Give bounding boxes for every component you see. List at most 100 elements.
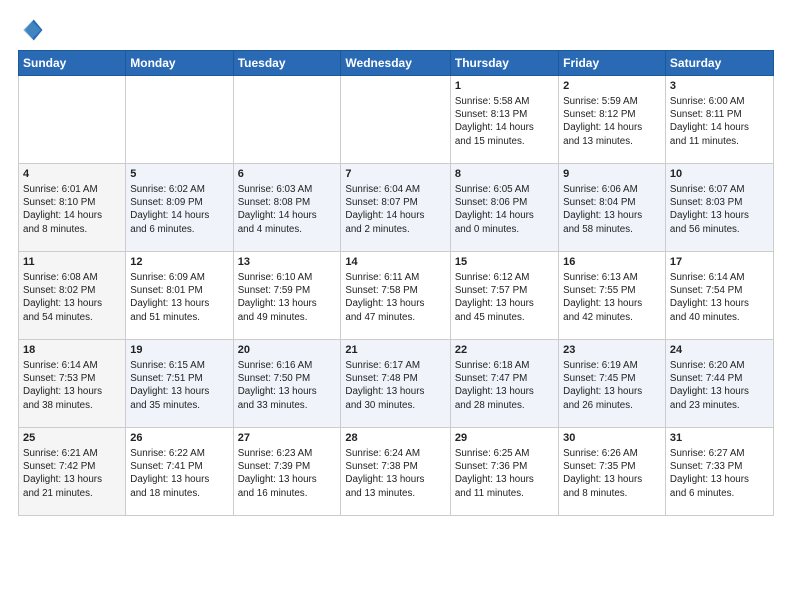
logo (18, 16, 50, 44)
calendar-cell: 3Sunrise: 6:00 AM Sunset: 8:11 PM Daylig… (665, 76, 773, 164)
day-info: Sunrise: 6:22 AM Sunset: 7:41 PM Dayligh… (130, 447, 228, 500)
day-info: Sunrise: 6:18 AM Sunset: 7:47 PM Dayligh… (455, 359, 554, 412)
weekday-header-row: SundayMondayTuesdayWednesdayThursdayFrid… (19, 51, 774, 76)
calendar-week-row: 25Sunrise: 6:21 AM Sunset: 7:42 PM Dayli… (19, 428, 774, 516)
day-number: 22 (455, 343, 554, 358)
header (18, 16, 774, 44)
calendar-cell: 4Sunrise: 6:01 AM Sunset: 8:10 PM Daylig… (19, 164, 126, 252)
day-number: 29 (455, 431, 554, 446)
calendar-cell: 25Sunrise: 6:21 AM Sunset: 7:42 PM Dayli… (19, 428, 126, 516)
weekday-header-sunday: Sunday (19, 51, 126, 76)
calendar-cell (126, 76, 233, 164)
day-number: 18 (23, 343, 121, 358)
calendar-cell: 28Sunrise: 6:24 AM Sunset: 7:38 PM Dayli… (341, 428, 450, 516)
day-info: Sunrise: 6:11 AM Sunset: 7:58 PM Dayligh… (345, 271, 445, 324)
calendar-cell: 2Sunrise: 5:59 AM Sunset: 8:12 PM Daylig… (559, 76, 666, 164)
calendar-cell: 12Sunrise: 6:09 AM Sunset: 8:01 PM Dayli… (126, 252, 233, 340)
day-number: 27 (238, 431, 337, 446)
day-info: Sunrise: 6:14 AM Sunset: 7:53 PM Dayligh… (23, 359, 121, 412)
day-info: Sunrise: 6:25 AM Sunset: 7:36 PM Dayligh… (455, 447, 554, 500)
calendar-cell: 16Sunrise: 6:13 AM Sunset: 7:55 PM Dayli… (559, 252, 666, 340)
calendar-cell: 6Sunrise: 6:03 AM Sunset: 8:08 PM Daylig… (233, 164, 341, 252)
day-info: Sunrise: 6:26 AM Sunset: 7:35 PM Dayligh… (563, 447, 661, 500)
calendar-cell: 15Sunrise: 6:12 AM Sunset: 7:57 PM Dayli… (450, 252, 558, 340)
calendar-cell: 18Sunrise: 6:14 AM Sunset: 7:53 PM Dayli… (19, 340, 126, 428)
calendar-cell: 11Sunrise: 6:08 AM Sunset: 8:02 PM Dayli… (19, 252, 126, 340)
day-number: 10 (670, 167, 769, 182)
logo-icon (18, 16, 46, 44)
day-number: 16 (563, 255, 661, 270)
day-number: 14 (345, 255, 445, 270)
weekday-header-wednesday: Wednesday (341, 51, 450, 76)
day-info: Sunrise: 6:05 AM Sunset: 8:06 PM Dayligh… (455, 183, 554, 236)
day-info: Sunrise: 6:10 AM Sunset: 7:59 PM Dayligh… (238, 271, 337, 324)
calendar-table: SundayMondayTuesdayWednesdayThursdayFrid… (18, 50, 774, 516)
day-number: 15 (455, 255, 554, 270)
calendar-cell: 21Sunrise: 6:17 AM Sunset: 7:48 PM Dayli… (341, 340, 450, 428)
day-number: 3 (670, 79, 769, 94)
weekday-header-tuesday: Tuesday (233, 51, 341, 76)
calendar-week-row: 11Sunrise: 6:08 AM Sunset: 8:02 PM Dayli… (19, 252, 774, 340)
day-number: 17 (670, 255, 769, 270)
calendar-cell: 14Sunrise: 6:11 AM Sunset: 7:58 PM Dayli… (341, 252, 450, 340)
day-number: 31 (670, 431, 769, 446)
calendar-cell (233, 76, 341, 164)
calendar-cell: 23Sunrise: 6:19 AM Sunset: 7:45 PM Dayli… (559, 340, 666, 428)
day-number: 6 (238, 167, 337, 182)
calendar-cell: 26Sunrise: 6:22 AM Sunset: 7:41 PM Dayli… (126, 428, 233, 516)
day-number: 25 (23, 431, 121, 446)
calendar-header: SundayMondayTuesdayWednesdayThursdayFrid… (19, 51, 774, 76)
day-info: Sunrise: 6:13 AM Sunset: 7:55 PM Dayligh… (563, 271, 661, 324)
day-info: Sunrise: 6:14 AM Sunset: 7:54 PM Dayligh… (670, 271, 769, 324)
day-info: Sunrise: 6:17 AM Sunset: 7:48 PM Dayligh… (345, 359, 445, 412)
day-info: Sunrise: 6:23 AM Sunset: 7:39 PM Dayligh… (238, 447, 337, 500)
calendar-cell: 31Sunrise: 6:27 AM Sunset: 7:33 PM Dayli… (665, 428, 773, 516)
day-number: 20 (238, 343, 337, 358)
calendar-week-row: 18Sunrise: 6:14 AM Sunset: 7:53 PM Dayli… (19, 340, 774, 428)
day-number: 19 (130, 343, 228, 358)
day-number: 26 (130, 431, 228, 446)
calendar-cell (19, 76, 126, 164)
day-info: Sunrise: 6:06 AM Sunset: 8:04 PM Dayligh… (563, 183, 661, 236)
day-info: Sunrise: 6:00 AM Sunset: 8:11 PM Dayligh… (670, 95, 769, 148)
day-number: 4 (23, 167, 121, 182)
day-info: Sunrise: 6:08 AM Sunset: 8:02 PM Dayligh… (23, 271, 121, 324)
calendar-cell: 30Sunrise: 6:26 AM Sunset: 7:35 PM Dayli… (559, 428, 666, 516)
day-info: Sunrise: 6:15 AM Sunset: 7:51 PM Dayligh… (130, 359, 228, 412)
day-info: Sunrise: 6:07 AM Sunset: 8:03 PM Dayligh… (670, 183, 769, 236)
day-info: Sunrise: 6:19 AM Sunset: 7:45 PM Dayligh… (563, 359, 661, 412)
day-info: Sunrise: 6:01 AM Sunset: 8:10 PM Dayligh… (23, 183, 121, 236)
calendar-cell: 27Sunrise: 6:23 AM Sunset: 7:39 PM Dayli… (233, 428, 341, 516)
day-number: 30 (563, 431, 661, 446)
day-number: 12 (130, 255, 228, 270)
day-info: Sunrise: 6:20 AM Sunset: 7:44 PM Dayligh… (670, 359, 769, 412)
day-number: 23 (563, 343, 661, 358)
day-number: 8 (455, 167, 554, 182)
calendar-cell: 19Sunrise: 6:15 AM Sunset: 7:51 PM Dayli… (126, 340, 233, 428)
calendar-body: 1Sunrise: 5:58 AM Sunset: 8:13 PM Daylig… (19, 76, 774, 516)
calendar-week-row: 1Sunrise: 5:58 AM Sunset: 8:13 PM Daylig… (19, 76, 774, 164)
weekday-header-saturday: Saturday (665, 51, 773, 76)
day-number: 1 (455, 79, 554, 94)
day-info: Sunrise: 6:24 AM Sunset: 7:38 PM Dayligh… (345, 447, 445, 500)
weekday-header-monday: Monday (126, 51, 233, 76)
calendar-cell: 8Sunrise: 6:05 AM Sunset: 8:06 PM Daylig… (450, 164, 558, 252)
day-number: 9 (563, 167, 661, 182)
calendar-cell: 22Sunrise: 6:18 AM Sunset: 7:47 PM Dayli… (450, 340, 558, 428)
day-info: Sunrise: 6:04 AM Sunset: 8:07 PM Dayligh… (345, 183, 445, 236)
day-number: 2 (563, 79, 661, 94)
day-info: Sunrise: 6:09 AM Sunset: 8:01 PM Dayligh… (130, 271, 228, 324)
calendar-cell: 24Sunrise: 6:20 AM Sunset: 7:44 PM Dayli… (665, 340, 773, 428)
calendar-cell: 5Sunrise: 6:02 AM Sunset: 8:09 PM Daylig… (126, 164, 233, 252)
day-number: 11 (23, 255, 121, 270)
calendar-cell: 1Sunrise: 5:58 AM Sunset: 8:13 PM Daylig… (450, 76, 558, 164)
day-number: 24 (670, 343, 769, 358)
calendar-cell: 20Sunrise: 6:16 AM Sunset: 7:50 PM Dayli… (233, 340, 341, 428)
day-info: Sunrise: 6:03 AM Sunset: 8:08 PM Dayligh… (238, 183, 337, 236)
day-number: 21 (345, 343, 445, 358)
day-info: Sunrise: 6:16 AM Sunset: 7:50 PM Dayligh… (238, 359, 337, 412)
day-info: Sunrise: 6:12 AM Sunset: 7:57 PM Dayligh… (455, 271, 554, 324)
calendar-cell: 17Sunrise: 6:14 AM Sunset: 7:54 PM Dayli… (665, 252, 773, 340)
day-number: 13 (238, 255, 337, 270)
day-info: Sunrise: 6:21 AM Sunset: 7:42 PM Dayligh… (23, 447, 121, 500)
